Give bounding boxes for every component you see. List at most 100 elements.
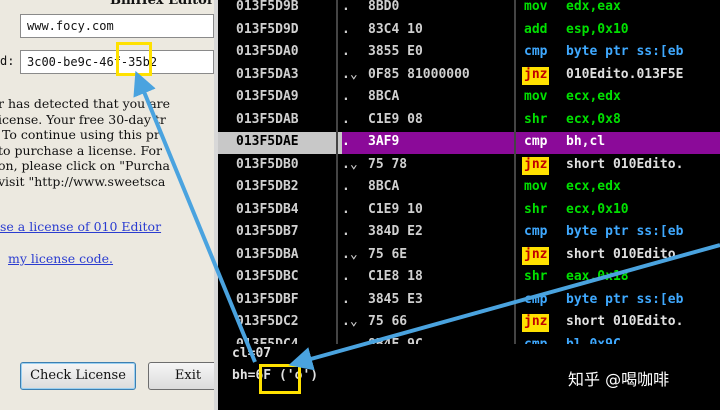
message-line: To continue using this pr (0, 127, 160, 142)
instruction-row[interactable]: 013F5D9D. 83C4 10 add esp,0x10 (218, 20, 720, 42)
operands: byte ptr ss:[eb (566, 44, 684, 59)
instruction-row[interactable]: 013F5DC2 .⌄ 75 66 jnz short 010Edito. (218, 312, 720, 334)
password-label: d: (0, 54, 15, 68)
address-cell: 013F5D9B (236, 0, 299, 14)
jump-marker: . (342, 134, 350, 149)
opcode-bytes: 0F85 81000000 (368, 66, 470, 82)
address-cell: 013F5DA9 (236, 89, 299, 104)
address-cell: 013F5DAE (236, 134, 299, 149)
enter-license-link[interactable]: my license code. (8, 251, 113, 266)
address-cell: 013F5DA3 (236, 66, 299, 82)
address-cell: 013F5DC4 (236, 336, 299, 345)
mnemonic: cmp (524, 224, 548, 239)
jump-marker: .⌄ (342, 314, 358, 329)
mnemonic: jnz (522, 246, 550, 265)
bh-value-highlight (259, 364, 301, 394)
mnemonic: jnz (522, 156, 550, 175)
instruction-row[interactable]: 013F5DAB. C1E9 08 shr ecx,0x8 (218, 110, 720, 132)
dialog-title: BinHex Editor (110, 0, 214, 8)
check-license-button[interactable]: Check License (20, 362, 136, 390)
instruction-row[interactable]: 013F5DB2. 8BCA mov ecx,edx (218, 177, 720, 199)
address-cell: 013F5DA0 (236, 44, 299, 59)
operands: 010Edito.013F5E (566, 66, 684, 82)
instruction-row[interactable]: 013F5DBC. C1E8 18 shr eax,0x18 (218, 267, 720, 289)
operands: ecx,edx (566, 179, 621, 194)
jump-marker: . (342, 224, 350, 239)
jump-marker: . (342, 179, 350, 194)
name-field[interactable]: www.focy.com (20, 14, 214, 38)
operands: bh,cl (566, 134, 606, 149)
address-cell: 013F5DBA (236, 246, 299, 262)
mnemonic: shr (524, 269, 548, 284)
operands: esp,0x10 (566, 21, 629, 37)
opcode-bytes: C1E8 18 (368, 269, 423, 284)
operands: byte ptr ss:[eb (566, 224, 684, 239)
opcode-bytes: 3855 E0 (368, 44, 423, 59)
mnemonic: shr (524, 201, 548, 217)
operands: ecx,edx (566, 89, 621, 104)
address-cell: 013F5DB2 (236, 179, 299, 194)
jump-marker: . (342, 21, 350, 37)
opcode-bytes: 75 78 (368, 156, 408, 172)
opcode-bytes: 3845 E3 (368, 291, 423, 307)
instruction-row[interactable]: 013F5DA9. 8BCA mov ecx,edx (218, 87, 720, 109)
jump-marker: . (342, 291, 350, 307)
address-cell: 013F5DB0 (236, 156, 299, 172)
opcode-bytes: 3AF9 (368, 134, 400, 149)
mnemonic: add (524, 21, 548, 37)
zhihu-watermark: 知乎 @喝咖啡 (568, 370, 670, 389)
jump-marker: .⌄ (342, 66, 358, 82)
operands: short 010Edito. (566, 314, 684, 329)
operands: short 010Edito. (566, 156, 684, 172)
instruction-row[interactable]: 013F5D9B. 8BD0 mov edx,eax (218, 0, 720, 19)
jump-marker: . (342, 269, 350, 284)
instruction-row[interactable]: 013F5DB4. C1E9 10 shr ecx,0x10 (218, 200, 720, 222)
jump-marker: .⌄ (342, 246, 358, 262)
message-line: on, please click on "Purcha (0, 158, 170, 173)
operands: ecx,0x8 (566, 111, 621, 127)
opcode-bytes: 8BD0 (368, 0, 400, 14)
instruction-row[interactable]: 013F5DBA .⌄ 75 6E jnz short 010Edito. (218, 245, 720, 267)
opcode-bytes: 8BCA (368, 89, 400, 104)
opcode-bytes: 8BCA (368, 179, 400, 194)
operands: eax,0x18 (566, 269, 629, 284)
column-divider (514, 0, 516, 344)
message-line: visit "http://www.sweetsca (0, 173, 166, 189)
mnemonic: mov (524, 89, 548, 104)
instruction-row[interactable]: 013F5DC4. 8B4E 9C cmp bl,0x9C (218, 335, 720, 345)
mnemonic: mov (524, 179, 548, 194)
jump-marker: .⌄ (342, 156, 358, 172)
mnemonic: cmp (524, 291, 548, 307)
license-message: r has detected that you are icense. Your … (0, 96, 214, 189)
license-dialog: BinHex Editor www.focy.com d: 3c00-be9c-… (0, 0, 214, 410)
mnemonic: cmp (524, 134, 548, 149)
opcode-bytes: 384D E2 (368, 224, 423, 239)
message-line: icense. Your free 30-day tr (0, 111, 166, 127)
instruction-row[interactable]: 013F5DBF. 3845 E3 cmp byte ptr ss:[eb (218, 290, 720, 312)
opcode-bytes: 75 6E (368, 246, 408, 262)
instruction-row[interactable]: 013F5DA3 .⌄ 0F85 81000000 jnz 010Edito.013F5… (218, 65, 720, 87)
jump-marker: . (342, 89, 350, 104)
disassembly-view[interactable]: 013F5D9B. 8BD0 mov edx,eax 013F5D9D. 83C4 10 a… (214, 0, 720, 344)
purchase-license-link[interactable]: se a license of 010 Editor (0, 219, 161, 234)
operands: byte ptr ss:[eb (566, 291, 684, 307)
column-divider (336, 0, 338, 344)
operands: edx,eax (566, 0, 621, 14)
opcode-bytes: 83C4 10 (368, 21, 423, 37)
mnemonic: shr (524, 111, 548, 127)
jump-marker: . (342, 44, 350, 59)
instruction-row[interactable]: 013F5DA0. 3855 E0 cmp byte ptr ss:[eb (218, 42, 720, 64)
operands: short 010Edito. (566, 246, 684, 262)
instruction-row[interactable]: 013F5DB7. 384D E2 cmp byte ptr ss:[eb (218, 222, 720, 244)
address-cell: 013F5DC2 (236, 314, 299, 329)
opcode-bytes: 75 66 (368, 314, 408, 329)
exit-button[interactable]: Exit (148, 362, 214, 390)
operands: bl,0x9C (566, 336, 621, 345)
jump-marker: . (342, 0, 350, 14)
jump-marker: . (342, 111, 350, 127)
address-cell: 013F5D9D (236, 21, 299, 37)
mnemonic: jnz (522, 66, 550, 85)
selected-instruction-row[interactable]: 013F5DAE. 3AF9 cmp bh,cl (218, 132, 720, 154)
instruction-row[interactable]: 013F5DB0 .⌄ 75 78 jnz short 010Edito. (218, 155, 720, 177)
password-char-highlight (116, 42, 152, 76)
